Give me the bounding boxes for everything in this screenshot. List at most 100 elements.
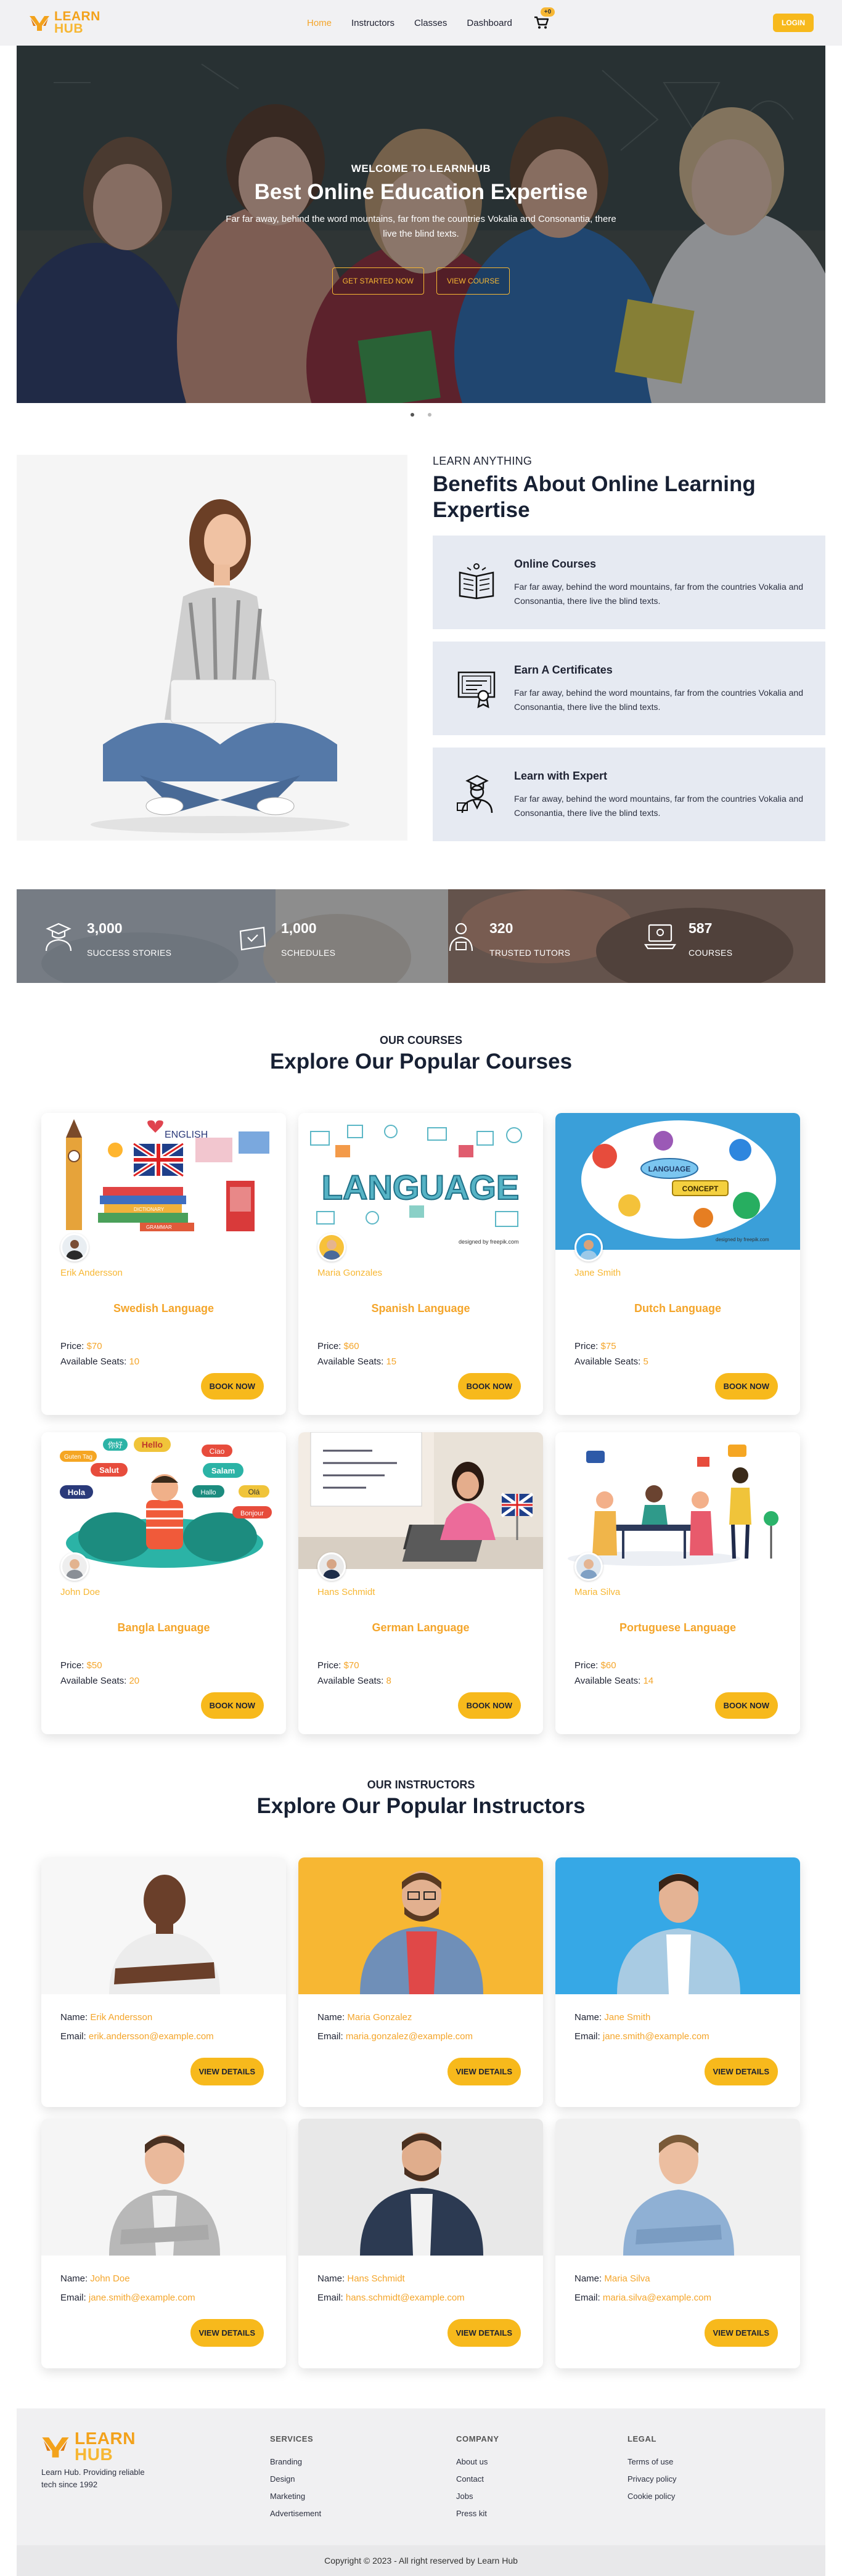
course-title[interactable]: Bangla Language [41,1621,286,1634]
view-details-button[interactable]: VIEW DETAILS [704,2319,778,2347]
course-instructor: John Doe [60,1587,100,1597]
book-now-button[interactable]: BOOK NOW [200,1373,264,1400]
instructor-email: Email: jane.smith@example.com [60,2293,195,2303]
hero-title: Best Online Education Expertise [254,180,588,204]
book-now-button[interactable]: BOOK NOW [714,1692,778,1719]
footer-col-company: COMPANY About us Contact Jobs Press kit [456,2434,499,2522]
footer-logo[interactable]: LEARN HUB [40,2430,136,2464]
thumb-ciao-text: Ciao [210,1447,225,1456]
instructor-photo [41,1857,286,1994]
email-value[interactable]: hans.schmidt@example.com [346,2293,465,2303]
email-value[interactable]: maria.silva@example.com [603,2293,711,2303]
view-details-button[interactable]: VIEW DETAILS [190,2058,264,2085]
thumb-dictionary-text: DICTIONARY [134,1207,165,1212]
instructor-avatar [317,1233,346,1262]
instructors-eyebrow: OUR INSTRUCTORS [367,1779,475,1791]
book-now-button[interactable]: BOOK NOW [714,1373,778,1400]
course-title[interactable]: Dutch Language [555,1302,800,1315]
slider-dot-1[interactable] [411,413,414,417]
slider-dots [0,413,842,417]
course-price: Price: $75 [574,1341,616,1351]
hero-slider: WELCOME TO LEARNHUB Best Online Educatio… [17,46,825,403]
instructor-card: Name: John Doe Email: jane.smith@example… [41,2119,286,2368]
email-value[interactable]: jane.smith@example.com [89,2293,195,2303]
footer-link-about[interactable]: About us [456,2453,499,2471]
stat-label-2: SCHEDULES [281,948,336,958]
price-value: $60 [343,1341,359,1351]
slider-dot-2[interactable] [428,413,431,417]
course-title[interactable]: German Language [298,1621,543,1634]
nav-instructors[interactable]: Instructors [351,18,394,28]
get-started-button[interactable]: GET STARTED NOW [332,267,424,295]
email-value[interactable]: jane.smith@example.com [603,2031,709,2042]
stat-value-1: 3,000 [87,920,123,936]
graduate-icon [45,923,72,952]
stats-banner: 3,000 SUCCESS STORIES 1,000 SCHEDULES 32… [17,889,825,983]
course-seats: Available Seats: 10 [60,1356,140,1367]
thumb-hallo-text: Hallo [200,1489,216,1496]
course-card: Maria Silva Portuguese Language Price: $… [555,1432,800,1734]
footer-link-cookie[interactable]: Cookie policy [627,2488,676,2505]
instructor-name: Name: Erik Andersson [60,2012,153,2023]
thumb-salut-text: Salut [99,1465,119,1475]
footer-brand-bottom: HUB [75,2445,113,2464]
footer-link-terms[interactable]: Terms of use [627,2453,676,2471]
email-value[interactable]: erik.andersson@example.com [89,2031,214,2042]
brand-logo[interactable]: LEARN HUB [28,10,100,35]
course-title[interactable]: Swedish Language [41,1302,286,1315]
nav-home[interactable]: Home [307,18,332,28]
nav-classes[interactable]: Classes [414,18,447,28]
view-details-button[interactable]: VIEW DETAILS [447,2319,521,2347]
course-seats: Available Seats: 20 [60,1676,140,1686]
thumb-credit-text: designed by freepik.com [459,1239,519,1245]
logo-icon [42,2437,69,2458]
course-title[interactable]: Spanish Language [298,1302,543,1315]
footer-link-advertisement[interactable]: Advertisement [270,2505,321,2522]
login-button[interactable]: LOGIN [773,14,814,32]
view-details-button[interactable]: VIEW DETAILS [447,2058,521,2085]
nav-dashboard[interactable]: Dashboard [467,18,512,28]
book-now-button[interactable]: BOOK NOW [200,1692,264,1719]
benefit-card-expert: Learn with Expert Far far away, behind t… [433,748,825,841]
footer-link-privacy[interactable]: Privacy policy [627,2471,676,2488]
course-title[interactable]: Portuguese Language [555,1621,800,1634]
view-details-button[interactable]: VIEW DETAILS [704,2058,778,2085]
thumb-guten-tag-text: Guten Tag [64,1454,92,1461]
view-details-button[interactable]: VIEW DETAILS [190,2319,264,2347]
instructors-title: Explore Our Popular Instructors [256,1794,586,1818]
instructor-photo [555,2119,800,2256]
instructor-card: Name: Hans Schmidt Email: hans.schmidt@e… [298,2119,543,2368]
book-now-button[interactable]: BOOK NOW [457,1692,521,1719]
cart-button[interactable]: +0 [532,7,555,32]
footer-tagline: Learn Hub. Providing reliable tech since… [41,2468,145,2489]
view-course-button[interactable]: VIEW COURSE [436,267,510,295]
footer-link-design[interactable]: Design [270,2471,321,2488]
courses-title: Explore Our Popular Courses [269,1050,573,1074]
instructor-avatar [60,1233,89,1262]
footer-link-jobs[interactable]: Jobs [456,2488,499,2505]
thumb-credit2-text: designed by freepik.com [716,1237,769,1242]
footer-link-press[interactable]: Press kit [456,2505,499,2522]
book-now-button[interactable]: BOOK NOW [457,1373,521,1400]
footer-link-marketing[interactable]: Marketing [270,2488,321,2505]
instructor-name: Name: Jane Smith [574,2012,651,2023]
brand-top: LEARN [54,9,100,23]
stat-label-1: SUCCESS STORIES [87,948,172,958]
footer-link-branding[interactable]: Branding [270,2453,321,2471]
benefit-title-1: Online Courses [514,558,597,570]
footer-heading: COMPANY [456,2434,499,2444]
course-card: Hello Salut Hola Ciao Salam Olá Guten Ta… [41,1432,286,1734]
email-value[interactable]: maria.gonzalez@example.com [346,2031,473,2042]
stat-schedules: 1,000 SCHEDULES [235,919,335,958]
instructor-name: Name: John Doe [60,2273,130,2284]
course-price: Price: $70 [60,1341,102,1351]
thumb-ni-hao-text: 你好 [108,1441,123,1449]
stat-label-3: TRUSTED TUTORS [489,948,571,958]
footer-link-contact[interactable]: Contact [456,2471,499,2488]
seats-value: 10 [129,1356,140,1367]
open-book-icon [459,563,494,600]
course-card: Hans Schmidt German Language Price: $70 … [298,1432,543,1734]
course-thumbnail: Hello Salut Hola Ciao Salam Olá Guten Ta… [41,1432,286,1569]
instructor-card: Name: Erik Andersson Email: erik.anderss… [41,1857,286,2107]
thumb-language-text: LANGUAGE [322,1168,519,1207]
